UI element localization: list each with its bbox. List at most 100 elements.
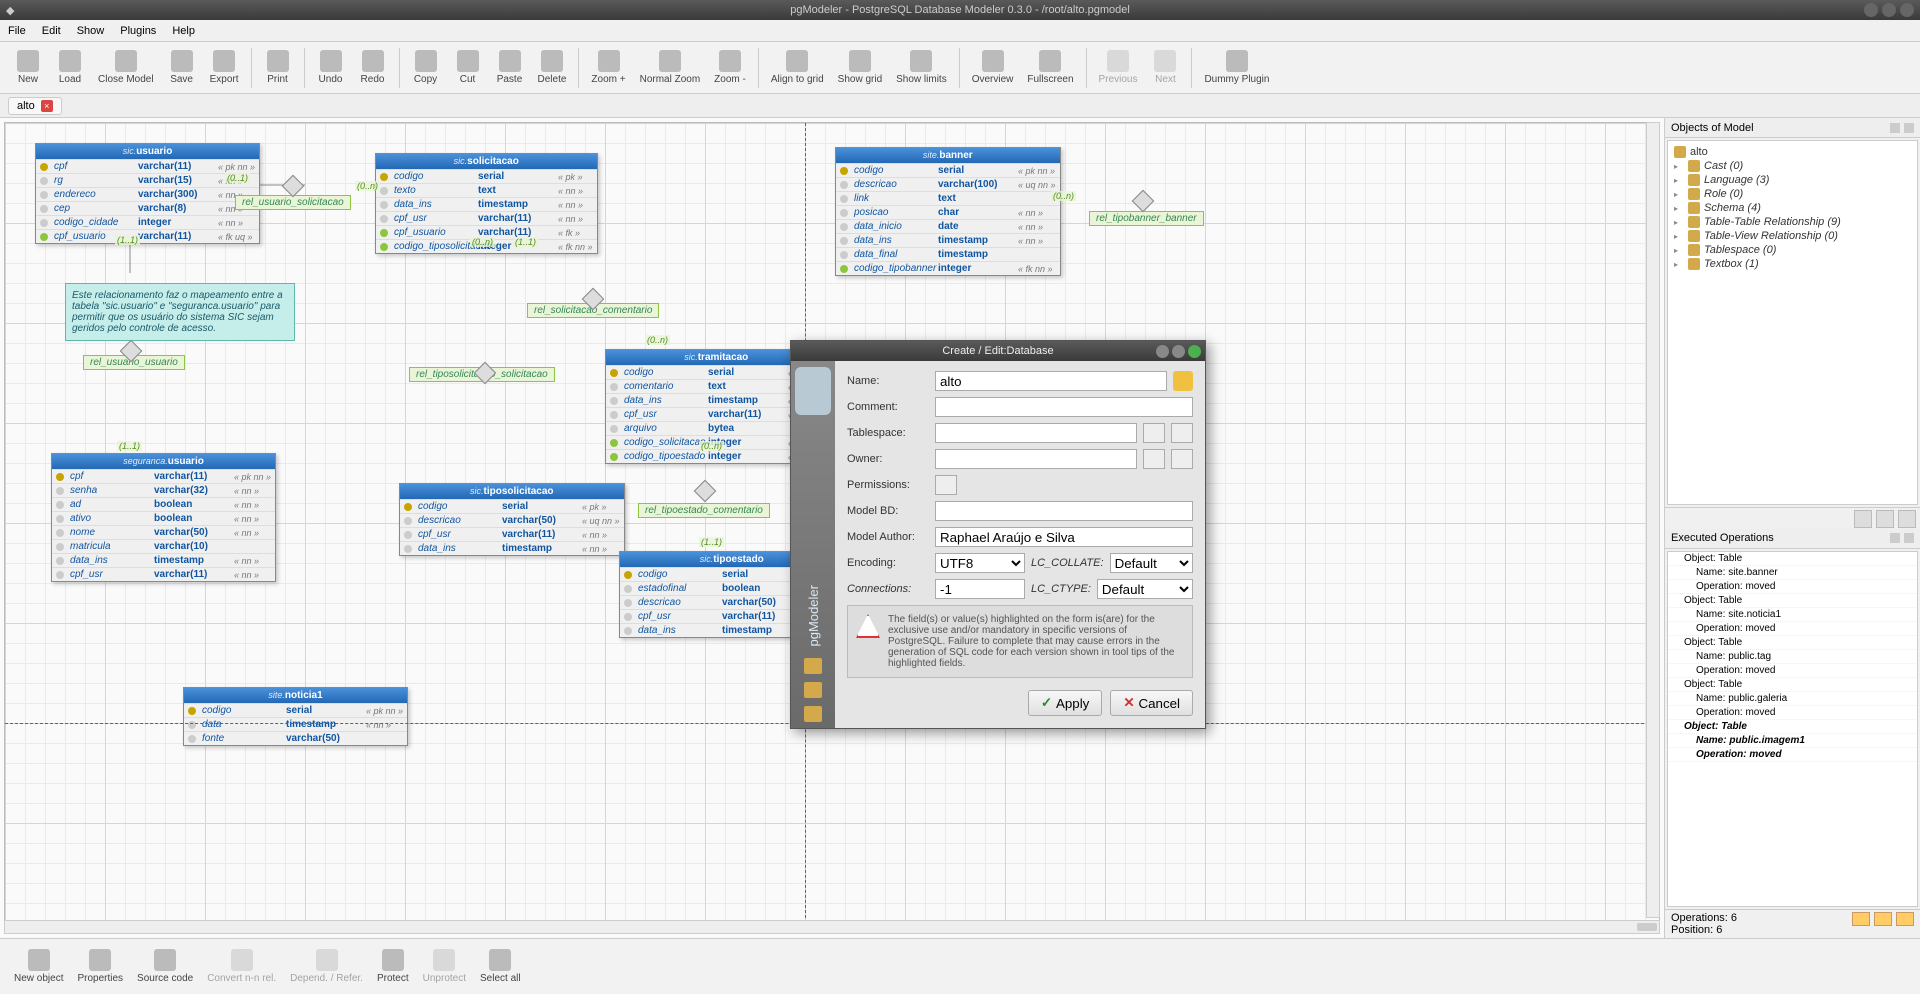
new-object-button[interactable]: New object [8, 943, 69, 991]
tablespace-input[interactable] [935, 423, 1137, 443]
align-to-grid-button[interactable]: Align to grid [765, 44, 830, 92]
ctype-select[interactable]: Default [1097, 579, 1193, 599]
paste-button[interactable]: Paste [490, 44, 530, 92]
tree-root[interactable]: alto [1672, 145, 1913, 159]
delete-button[interactable]: Delete [532, 44, 573, 92]
tree-list-icon[interactable] [1898, 510, 1916, 528]
dialog-maximize-icon[interactable] [1172, 345, 1185, 358]
menu-help[interactable]: Help [172, 25, 195, 37]
fullscreen-button[interactable]: Fullscreen [1021, 44, 1079, 92]
tree-node[interactable]: Schema (4) [1672, 201, 1913, 215]
operation-line[interactable]: Name: public.galeria [1668, 692, 1917, 706]
model-tab[interactable]: alto × [8, 97, 62, 115]
operation-line[interactable]: Name: site.banner [1668, 566, 1917, 580]
tree-node[interactable]: Table-Table Relationship (9) [1672, 215, 1913, 229]
panel-undock-icon[interactable] [1890, 533, 1900, 543]
operation-line[interactable]: Object: Table [1668, 594, 1917, 608]
operation-line[interactable]: Object: Table [1668, 552, 1917, 566]
tablespace-pick-icon[interactable] [1143, 423, 1165, 443]
operation-line[interactable]: Name: public.imagem1 [1668, 734, 1917, 748]
owner-pick-icon[interactable] [1143, 449, 1165, 469]
maximize-button[interactable] [1882, 3, 1896, 17]
horizontal-scrollbar[interactable] [4, 920, 1660, 934]
dialog-close-icon[interactable] [1188, 345, 1201, 358]
properties-button[interactable]: Properties [71, 943, 129, 991]
relationship-diamond[interactable] [694, 480, 717, 503]
menu-file[interactable]: File [8, 25, 26, 37]
load-button[interactable]: Load [50, 44, 90, 92]
cut-button[interactable]: Cut [448, 44, 488, 92]
redo-op-icon[interactable] [1874, 912, 1892, 926]
vertical-scrollbar[interactable] [1646, 122, 1660, 918]
tree-node[interactable]: Table-View Relationship (0) [1672, 229, 1913, 243]
name-input[interactable] [935, 371, 1167, 391]
table-tiposolicitacao[interactable]: sic.tiposolicitacaocodigoserial« pk »des… [399, 483, 625, 556]
author-input[interactable] [935, 527, 1193, 547]
overview-button[interactable]: Overview [966, 44, 1020, 92]
redo-button[interactable]: Redo [353, 44, 393, 92]
operation-line[interactable]: Operation: moved [1668, 580, 1917, 594]
operation-line[interactable]: Object: Table [1668, 636, 1917, 650]
undo-button[interactable]: Undo [311, 44, 351, 92]
cancel-button[interactable]: Cancel [1110, 690, 1193, 716]
undo-op-icon[interactable] [1852, 912, 1870, 926]
operation-line[interactable]: Name: public.tag [1668, 650, 1917, 664]
table-banner[interactable]: site.bannercodigoserial« pk nn »descrica… [835, 147, 1061, 276]
protect-button[interactable]: Protect [371, 943, 415, 991]
minimize-button[interactable] [1864, 3, 1878, 17]
save-button[interactable]: Save [162, 44, 202, 92]
tree-node[interactable]: Tablespace (0) [1672, 243, 1913, 257]
print-button[interactable]: Print [258, 44, 298, 92]
collate-select[interactable]: Default [1110, 553, 1193, 573]
tree-collapse-icon[interactable] [1854, 510, 1872, 528]
tablespace-clear-icon[interactable] [1171, 423, 1193, 443]
dialog-titlebar[interactable]: Create / Edit:Database [791, 341, 1205, 361]
operation-line[interactable]: Name: site.noticia1 [1668, 608, 1917, 622]
menu-plugins[interactable]: Plugins [120, 25, 156, 37]
comment-input[interactable] [935, 397, 1193, 417]
textbox-note[interactable]: Este relacionamento faz o mapeamento ent… [65, 283, 295, 341]
panel-undock-icon[interactable] [1890, 123, 1900, 133]
connections-input[interactable] [935, 579, 1025, 599]
operations-list[interactable]: Object: TableName: site.bannerOperation:… [1667, 551, 1918, 908]
new-button[interactable]: New [8, 44, 48, 92]
dummy-plugin-button[interactable]: Dummy Plugin [1198, 44, 1275, 92]
normal-zoom-button[interactable]: Normal Zoom [634, 44, 707, 92]
objects-tree[interactable]: alto Cast (0) Language (3) Role (0) Sche… [1667, 140, 1918, 505]
table-usuario[interactable]: seguranca.usuariocpfvarchar(11)« pk nn »… [51, 453, 276, 582]
permissions-edit-icon[interactable] [935, 475, 957, 495]
panel-close-icon[interactable] [1904, 533, 1914, 543]
operation-line[interactable]: Object: Table [1668, 720, 1917, 734]
menu-edit[interactable]: Edit [42, 25, 61, 37]
source-code-button[interactable]: Source code [131, 943, 199, 991]
encoding-select[interactable]: UTF8 [935, 553, 1025, 573]
apply-button[interactable]: Apply [1028, 690, 1103, 716]
export-button[interactable]: Export [204, 44, 245, 92]
modelbd-input[interactable] [935, 501, 1193, 521]
menu-show[interactable]: Show [77, 25, 105, 37]
operation-line[interactable]: Operation: moved [1668, 622, 1917, 636]
operation-line[interactable]: Operation: moved [1668, 706, 1917, 720]
relationship-label[interactable]: rel_tipobanner_banner [1089, 211, 1204, 226]
relationship-diamond[interactable] [1132, 190, 1155, 213]
tree-node[interactable]: Textbox (1) [1672, 257, 1913, 271]
show-limits-button[interactable]: Show limits [890, 44, 953, 92]
tree-node[interactable]: Cast (0) [1672, 159, 1913, 173]
panel-close-icon[interactable] [1904, 123, 1914, 133]
operation-line[interactable]: Operation: moved [1668, 664, 1917, 678]
owner-input[interactable] [935, 449, 1137, 469]
dialog-minimize-icon[interactable] [1156, 345, 1169, 358]
relationship-label[interactable]: rel_tipoestado_comentario [638, 503, 770, 518]
table-noticia1[interactable]: site.noticia1codigoserial« pk nn »datati… [183, 687, 408, 746]
operation-line[interactable]: Operation: moved [1668, 748, 1917, 762]
operation-line[interactable]: Object: Table [1668, 678, 1917, 692]
close-button[interactable] [1900, 3, 1914, 17]
select-all-button[interactable]: Select all [474, 943, 527, 991]
tree-node[interactable]: Language (3) [1672, 173, 1913, 187]
tree-expand-icon[interactable] [1876, 510, 1894, 528]
relationship-diamond[interactable] [282, 175, 305, 198]
close-model-button[interactable]: Close Model [92, 44, 160, 92]
close-icon[interactable]: × [41, 100, 53, 112]
clear-ops-icon[interactable] [1896, 912, 1914, 926]
show-grid-button[interactable]: Show grid [832, 44, 888, 92]
